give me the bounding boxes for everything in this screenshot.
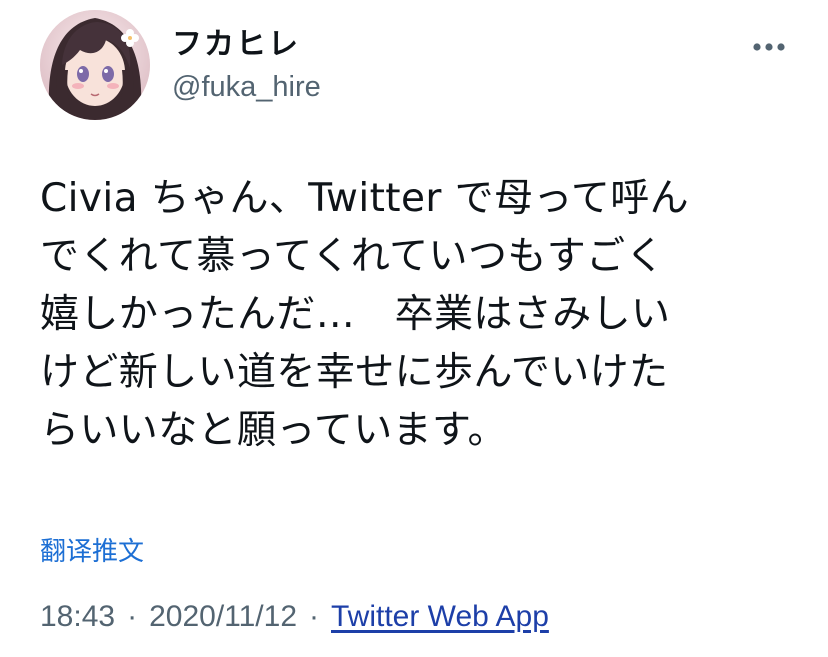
user-handle[interactable]: @fuka_hire <box>172 69 321 105</box>
tweet-date[interactable]: 2020/11/12 <box>149 600 297 633</box>
separator-dot: · <box>309 600 319 633</box>
tweet-source-link[interactable]: Twitter Web App <box>331 600 549 633</box>
translate-tweet-link[interactable]: 翻译推文 <box>40 534 144 570</box>
more-button[interactable] <box>744 26 794 66</box>
tweet-time[interactable]: 18:43 <box>40 600 115 633</box>
tweet-text-line: でくれて慕ってくれていつもすごく <box>40 234 665 279</box>
tweet-text-line: Civia ちゃん、Twitter で母って呼ん <box>40 176 690 221</box>
tweet-text-line: けど新しい道を幸せに歩んでいけた <box>40 350 669 395</box>
more-horizontal-icon <box>752 37 786 56</box>
tweet-metadata: 18:43 · 2020/11/12 · Twitter Web App <box>40 597 549 637</box>
tweet-card: フカヒレ @fuka_hire Civia ちゃん、Twitter で母って呼ん… <box>0 0 828 657</box>
separator-dot: · <box>127 600 138 633</box>
avatar[interactable] <box>40 10 150 120</box>
tweet-text: Civia ちゃん、Twitter で母って呼ん でくれて慕ってくれていつもすご… <box>40 170 800 460</box>
tweet-text-line: 嬉しかったんだ… 卒業はさみしい <box>40 292 671 337</box>
avatar-image <box>40 10 150 120</box>
display-name[interactable]: フカヒレ <box>172 26 300 64</box>
tweet-text-line: らいいなと願っています。 <box>40 408 507 453</box>
